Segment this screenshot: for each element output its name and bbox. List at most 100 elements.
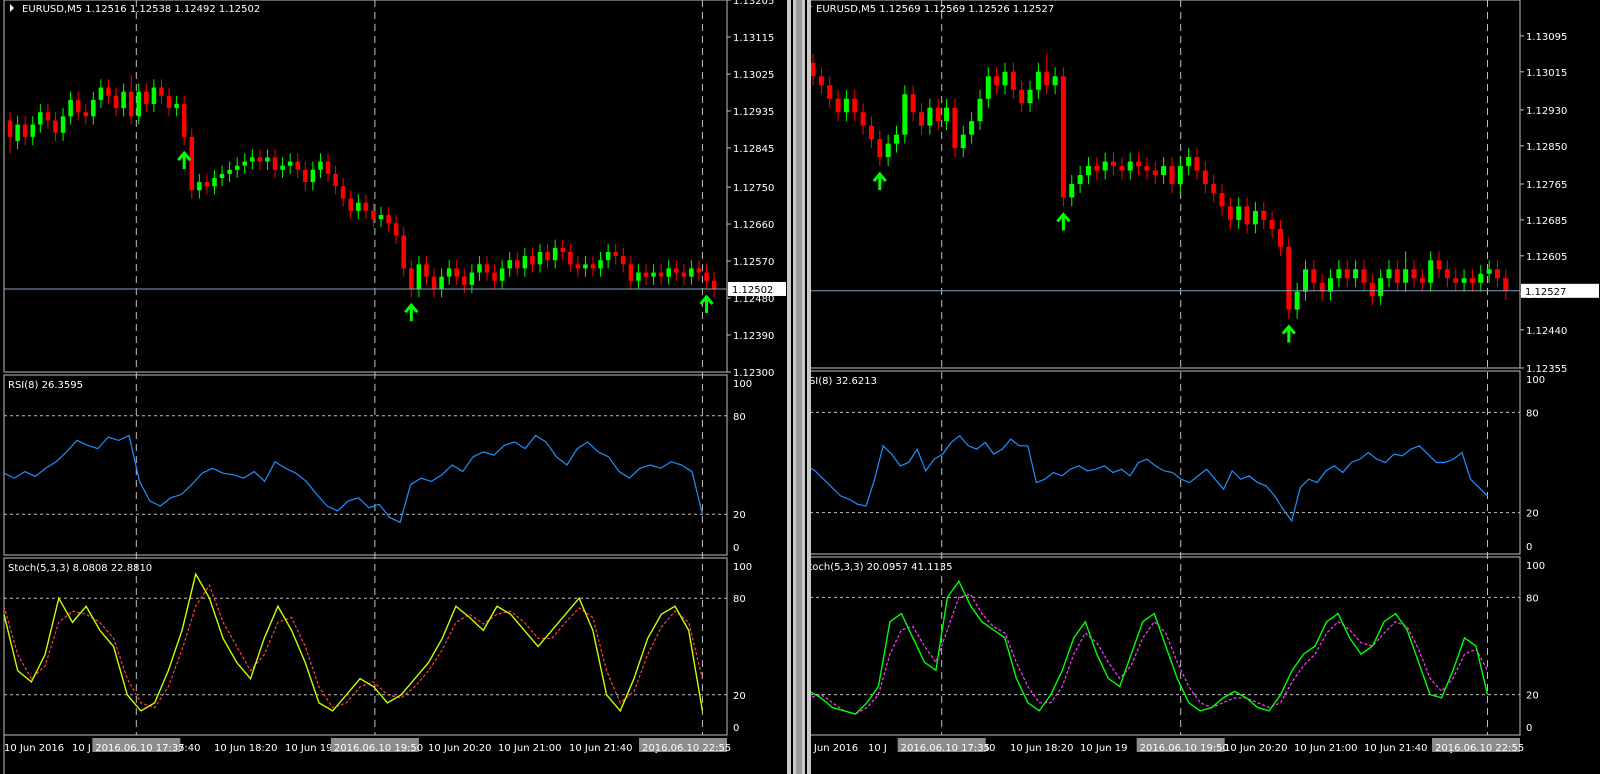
candle-body (454, 268, 459, 277)
candle-body (1144, 166, 1150, 171)
candle-body (219, 173, 225, 178)
price-tick-label: 1.13025 (733, 70, 774, 81)
candle-body (22, 124, 28, 137)
candle-body (1194, 157, 1200, 171)
candle-body (818, 76, 824, 86)
time-axis-label: 10 Jun 19 (285, 743, 332, 754)
price-tick-label: 1.12935 (733, 107, 774, 118)
candle-body (181, 103, 187, 137)
candle-body (106, 87, 111, 96)
candle-body (1169, 166, 1175, 184)
price-tick-label: 1.12570 (733, 257, 774, 268)
candle-body (1394, 269, 1400, 283)
candle-body (885, 143, 891, 158)
candle-body (113, 95, 119, 109)
rsi-level-label: 0 (733, 543, 739, 554)
rsi-level-label: 0 (1526, 542, 1532, 553)
candle-body (681, 272, 687, 277)
rsi-level-label: 80 (1526, 408, 1539, 419)
price-tick-label: 1.12930 (1526, 106, 1567, 117)
candle-body (1302, 269, 1308, 292)
rsi-level-label: 20 (1526, 509, 1539, 520)
candle-body (621, 256, 626, 265)
stoch-level-label: 80 (733, 594, 746, 605)
candle-body (1060, 76, 1066, 198)
candle-body (1252, 210, 1258, 225)
candle-body (643, 272, 649, 277)
time-axis-label: 10 Jun 20:20 (428, 743, 492, 754)
candle-body (1002, 71, 1008, 86)
candle-body (446, 268, 452, 277)
candle-body (1227, 206, 1233, 220)
candle-body (598, 260, 603, 269)
chart-header-right: EURUSD,M5 1.12569 1.12569 1.12526 1.1252… (811, 4, 1054, 15)
chart-window-left[interactable]: 1.13205 1.13115 1.13025 1.12935 1.12845 1.127… (0, 0, 787, 774)
candle-body (363, 202, 369, 211)
candle-body (902, 94, 908, 135)
chart-canvas-left[interactable]: 1.13205 1.13115 1.13025 1.12935 1.12845 1.127… (0, 0, 787, 774)
window-splitter[interactable] (787, 0, 811, 774)
price-tick-label: 1.13015 (1526, 68, 1567, 79)
candle-body (1152, 170, 1158, 176)
candle-body (45, 112, 51, 121)
price-tick-label: 1.13095 (1526, 32, 1567, 43)
candle-body (68, 99, 73, 117)
candle-body (613, 251, 618, 257)
candle-body (1269, 219, 1275, 229)
chart-header-left: EURUSD,M5 1.12516 1.12538 1.12492 1.1250… (10, 4, 260, 15)
candle-body (75, 99, 81, 113)
candle-body (696, 268, 702, 273)
candle-body (605, 251, 611, 261)
candle-body (386, 214, 391, 224)
time-axis-label: 10 Jun 21:40 (569, 743, 633, 754)
candle-body (689, 268, 694, 277)
stoch-level-label: 80 (1526, 593, 1539, 604)
candle-body (280, 165, 285, 170)
candle-body (1328, 278, 1334, 292)
candle-body (1286, 246, 1292, 310)
chart-canvas-right[interactable]: 1.13095 1.13015 1.12930 1.12850 1.12765 1.126… (811, 0, 1600, 774)
candle-body (53, 120, 58, 133)
candle-body (393, 223, 399, 236)
candle-body (977, 98, 983, 122)
candle-body (674, 268, 679, 273)
time-highlight-label: 2016.06.10 19:50 (334, 743, 423, 754)
candle-body (1219, 192, 1225, 207)
time-highlight-label: 2016.06.10 17:35 (901, 743, 990, 754)
candle-body (333, 173, 338, 187)
candle-body (952, 107, 958, 149)
app-window: 1.13205 1.13115 1.13025 1.12935 1.12845 1.127… (0, 0, 1600, 774)
candle-body (416, 264, 422, 289)
candle-body (1436, 260, 1442, 270)
candle-body (575, 264, 581, 269)
candle-body (151, 87, 157, 104)
candle-body (944, 107, 950, 122)
candle-body (204, 182, 210, 187)
candle-body (1444, 269, 1450, 279)
candle-body (1403, 269, 1409, 283)
time-axis-label: 10 Jun 18:20 (1010, 743, 1074, 754)
candle-body (530, 256, 535, 265)
candle-body (1261, 210, 1267, 220)
time-axis-label: 10 Jun 2016 (811, 743, 858, 754)
chart-window-right[interactable]: 1.13095 1.13015 1.12930 1.12850 1.12765 1.126… (811, 0, 1600, 774)
time-highlight-label: 2016.06.10 22:55 (642, 743, 731, 754)
candle-body (835, 98, 841, 113)
candle-body (287, 161, 293, 166)
candle-body (636, 272, 641, 281)
stoch-level-label: 0 (733, 723, 739, 734)
candle-body (1127, 161, 1133, 171)
candle-body (628, 264, 634, 281)
candle-body (515, 260, 520, 269)
candle-body (1044, 71, 1050, 86)
candle-body (91, 99, 96, 117)
time-highlight-label: 2016.06.10 17:35 (95, 743, 184, 754)
candle-body (1052, 76, 1058, 86)
candle-body (1478, 273, 1484, 283)
candle-body (212, 177, 217, 187)
candle-body (1469, 278, 1475, 283)
candle-body (484, 264, 490, 273)
price-tick-label: 1.12845 (733, 144, 774, 155)
candle-body (189, 136, 195, 191)
candle-body (1494, 269, 1500, 279)
